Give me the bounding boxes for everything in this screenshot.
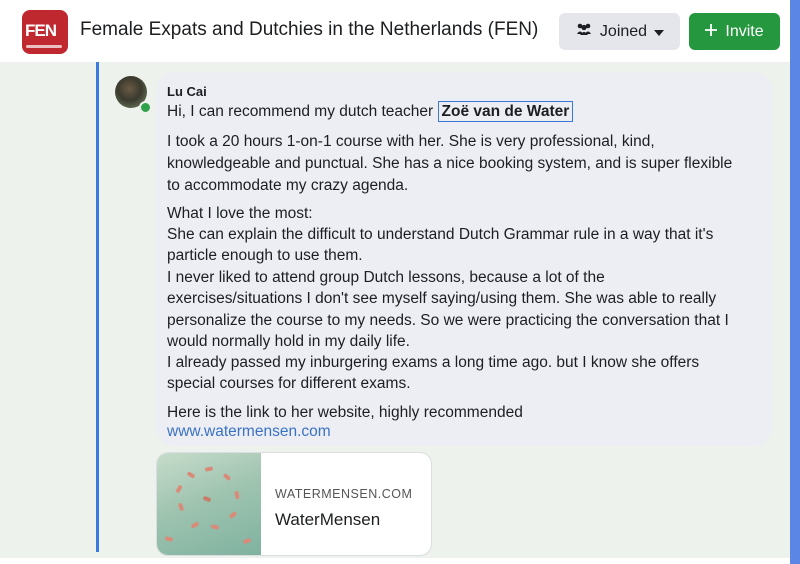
- caret-down-icon: [654, 23, 665, 41]
- comment-line: personalize the course to my needs. So w…: [167, 312, 729, 329]
- group-logo[interactable]: FEN: [22, 10, 68, 54]
- group-icon: [575, 22, 593, 41]
- comment-author[interactable]: Lu Cai: [167, 84, 207, 99]
- comment-line: I already passed my inburgering exams a …: [167, 354, 700, 371]
- scrollbar-strip: [790, 0, 800, 564]
- online-status-indicator: [139, 101, 152, 114]
- comment-line: What I love the most:: [167, 205, 313, 222]
- comment-line: particle enough to use them.: [167, 247, 363, 264]
- link-preview-title: WaterMensen: [275, 510, 381, 529]
- link-preview-domain: WATERMENSEN.COM: [275, 487, 413, 501]
- invite-button[interactable]: Invite: [689, 13, 780, 50]
- comment-line: would normally hold in my daily life.: [167, 333, 410, 350]
- link-preview-card[interactable]: WATERMENSEN.COM WaterMensen: [156, 452, 432, 556]
- joined-label: Joined: [599, 22, 648, 40]
- comment-line: knowledgeable and punctual. She has a ni…: [167, 155, 733, 172]
- comment-line: exercises/situations I don't see myself …: [167, 290, 717, 307]
- comment-line: She can explain the difficult to underst…: [167, 226, 714, 243]
- logo-text: FEN: [25, 21, 57, 40]
- comment-line: special courses for different exams.: [167, 375, 411, 392]
- logo-underline: [26, 45, 62, 48]
- comment-line: to accommodate my crazy agenda.: [167, 177, 409, 194]
- comment-intro-line: Hi, I can recommend my dutch teacher Zoë…: [167, 101, 574, 123]
- website-link[interactable]: www.watermensen.com: [167, 423, 331, 441]
- comment-line: I took a 20 hours 1-on-1 course with her…: [167, 133, 655, 150]
- comment-line: I never liked to attend group Dutch less…: [167, 269, 605, 286]
- mention-tag[interactable]: Zoë van de Water: [437, 101, 574, 122]
- thread-connector-line: [96, 62, 99, 552]
- group-title[interactable]: Female Expats and Dutchies in the Nether…: [80, 19, 538, 41]
- comment-line: Here is the link to her website, highly …: [167, 404, 523, 421]
- invite-label: Invite: [725, 22, 764, 40]
- plus-icon: [705, 23, 718, 41]
- joined-button[interactable]: Joined: [559, 13, 680, 50]
- group-header: FEN Female Expats and Dutchies in the Ne…: [0, 0, 790, 62]
- link-preview-image: [157, 453, 261, 555]
- comment-intro: Hi, I can recommend my dutch teacher: [167, 103, 434, 120]
